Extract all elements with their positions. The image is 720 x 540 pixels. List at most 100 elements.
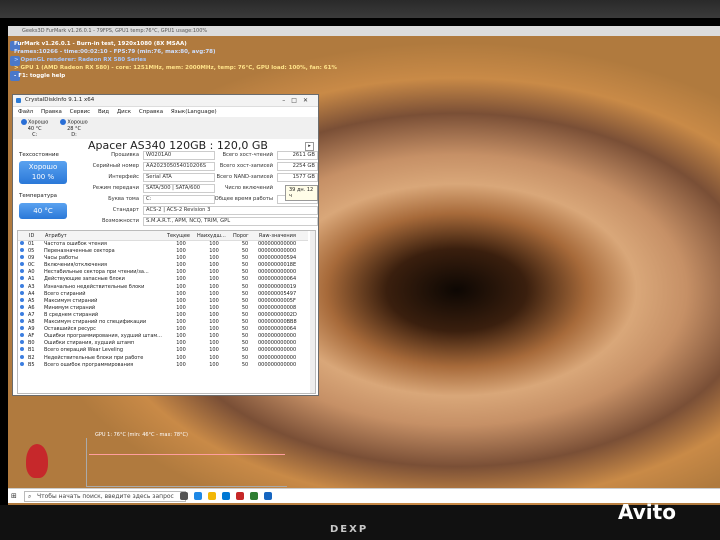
gpu-graph-label: GPU 1: 76°C (min: 46°C - max: 78°C) xyxy=(95,432,188,438)
health-dot-icon xyxy=(21,119,27,125)
table-row[interactable]: 05 Переназначенные сектора 100 100 50 0000000… xyxy=(18,248,308,255)
col-attribute[interactable]: Атрибут xyxy=(44,231,166,241)
browser-icon[interactable] xyxy=(194,492,202,500)
table-row[interactable]: A6 Минимум стираний 100 100 50 000000000008 xyxy=(18,304,308,312)
table-row[interactable]: A5 Максимум стираний 100 100 50 00000000005F xyxy=(18,297,308,305)
attr-current: 100 xyxy=(176,255,186,262)
table-row[interactable]: 0C Включения/отключения 100 100 50 0000000001… xyxy=(18,262,308,269)
col-threshold[interactable]: Порог xyxy=(232,231,258,241)
host-reads-value: 2611 GB xyxy=(277,151,318,160)
attr-threshold: 50 xyxy=(241,262,249,269)
attr-id: A7 xyxy=(28,311,35,318)
attr-name: Недействительные блоки при работе xyxy=(44,354,144,361)
status-dot-icon xyxy=(20,290,24,295)
standard-label: Стандарт xyxy=(112,207,139,213)
window-controls[interactable]: –□✕ xyxy=(282,95,314,106)
status-dot-icon xyxy=(20,304,24,309)
attr-worst: 100 xyxy=(209,340,219,347)
attr-worst: 100 xyxy=(209,276,219,283)
health-label: Техсостояние xyxy=(19,152,59,158)
nand-writes-label: Всего NAND-записей xyxy=(216,174,273,180)
attr-threshold: 50 xyxy=(241,326,249,333)
attr-current: 100 xyxy=(176,333,186,340)
attr-threshold: 50 xyxy=(241,283,249,290)
attr-threshold: 50 xyxy=(241,269,249,276)
attr-name: Всего операций Wear Leveling xyxy=(44,347,124,354)
window-titlebar[interactable]: CrystalDiskInfo 9.1.1 x64 –□✕ xyxy=(13,95,318,107)
app-taskbar-icon[interactable] xyxy=(250,492,258,500)
attr-id: A5 xyxy=(28,297,35,304)
table-row[interactable]: A4 Всего стираний 100 100 50 000000005497 xyxy=(18,290,308,298)
menu-service[interactable]: Сервис xyxy=(70,109,91,115)
attr-current: 100 xyxy=(176,354,186,361)
furmark-taskbar-icon[interactable] xyxy=(236,492,244,500)
table-header-row: ID Атрибут Текущее Наихудш... Порог Raw-… xyxy=(18,231,308,241)
table-row[interactable]: A7 В среднем стираний 100 100 50 00000000002D xyxy=(18,311,308,319)
menu-language[interactable]: Язык(Language) xyxy=(171,109,217,115)
attr-id: AF xyxy=(28,333,35,340)
status-dot-icon xyxy=(20,361,24,366)
attr-threshold: 50 xyxy=(241,319,249,326)
furmark-line: Frames:10266 - time:00:02:10 - FPS:79 (m… xyxy=(14,49,216,55)
attr-id: A1 xyxy=(28,276,35,283)
table-row[interactable]: A3 Изначально недействительные блоки 100 10… xyxy=(18,283,308,291)
attr-worst: 100 xyxy=(209,354,219,361)
smart-body: 01 Частота ошибок чтения 100 100 50 000000000… xyxy=(18,241,308,369)
start-button[interactable]: ⊞ xyxy=(11,492,17,500)
attr-id: A0 xyxy=(28,269,35,276)
nand-writes-value: 1577 GB xyxy=(277,173,318,182)
status-dot-icon xyxy=(20,311,24,316)
col-id[interactable]: ID xyxy=(28,231,44,241)
attr-id: 01 xyxy=(28,241,35,247)
col-raw[interactable]: Raw-значения xyxy=(258,231,308,241)
next-disk-button[interactable]: ▸ xyxy=(305,142,314,151)
attr-current: 100 xyxy=(176,361,186,368)
attr-current: 100 xyxy=(176,290,186,297)
attr-raw: 00000000005F xyxy=(258,297,296,304)
menu-help[interactable]: Справка xyxy=(139,109,163,115)
folder-icon[interactable] xyxy=(208,492,216,500)
table-row[interactable]: B5 Всего ошибок программирования 100 100 50 0… xyxy=(18,361,308,369)
attr-threshold: 50 xyxy=(241,354,249,361)
furmark-titlebar: Geeks3D FurMark v1.26.0.1 - 79FPS, GPU1 … xyxy=(8,26,720,36)
transfer-mode-label: Режим передачи xyxy=(92,185,139,191)
attr-worst: 100 xyxy=(209,326,219,333)
store-icon[interactable] xyxy=(222,492,230,500)
menu-view[interactable]: Вид xyxy=(98,109,109,115)
table-row[interactable]: A1 Действующие запасные блоки 100 100 50 0000… xyxy=(18,276,308,283)
crystaldiskinfo-taskbar-icon[interactable] xyxy=(264,492,272,500)
disk-tab-d[interactable]: Хорошо 28 °C D: xyxy=(60,117,88,139)
drive-letter-label: Буква тома xyxy=(108,196,139,202)
serial-label: Серийный номер xyxy=(92,163,139,169)
col-worst[interactable]: Наихудш... xyxy=(196,231,232,241)
table-row[interactable]: 01 Частота ошибок чтения 100 100 50 000000000… xyxy=(18,241,308,249)
status-dot-icon xyxy=(20,276,24,281)
attr-worst: 100 xyxy=(209,347,219,354)
interface-value: Serial ATA xyxy=(143,173,215,182)
table-scrollbar[interactable] xyxy=(310,231,315,393)
taskbar-search[interactable]: ⌕ Чтобы начать поиск, введите здесь запр… xyxy=(24,491,186,502)
menu-file[interactable]: Файл xyxy=(18,109,33,115)
host-writes-label: Всего хост-записей xyxy=(219,163,273,169)
attr-raw: 000000000000 xyxy=(258,333,297,340)
health-status-box[interactable]: Хорошо 100 % xyxy=(19,161,67,184)
attr-id: A4 xyxy=(28,290,35,297)
menu-edit[interactable]: Правка xyxy=(41,109,62,115)
attr-id: 05 xyxy=(28,248,35,255)
attr-worst: 100 xyxy=(209,248,219,255)
power-on-count-label: Число включений xyxy=(224,185,273,191)
menu-disk[interactable]: Диск xyxy=(117,109,131,115)
furmark-line: FurMark v1.26.0.1 - Burn-in test, 1920x1… xyxy=(14,41,187,47)
table-row[interactable]: 09 Часы работы 100 100 50 000000000594 xyxy=(18,255,308,262)
disk-tab-c[interactable]: Хорошо 40 °C C: xyxy=(21,117,48,139)
task-view-icon[interactable] xyxy=(180,492,188,500)
attr-name: Включения/отключения xyxy=(44,262,108,269)
table-row[interactable]: B1 Всего операций Wear Leveling 100 100 50 00… xyxy=(18,347,308,354)
attr-current: 100 xyxy=(176,340,186,347)
attr-current: 100 xyxy=(176,304,186,311)
health-dot-icon xyxy=(60,119,67,125)
col-current[interactable]: Текущее xyxy=(166,231,196,241)
status-dot-icon xyxy=(20,333,24,338)
temperature-box: 40 °C xyxy=(19,203,67,219)
table-row[interactable]: B2 Недействительные блоки при работе 100 10… xyxy=(18,354,308,362)
